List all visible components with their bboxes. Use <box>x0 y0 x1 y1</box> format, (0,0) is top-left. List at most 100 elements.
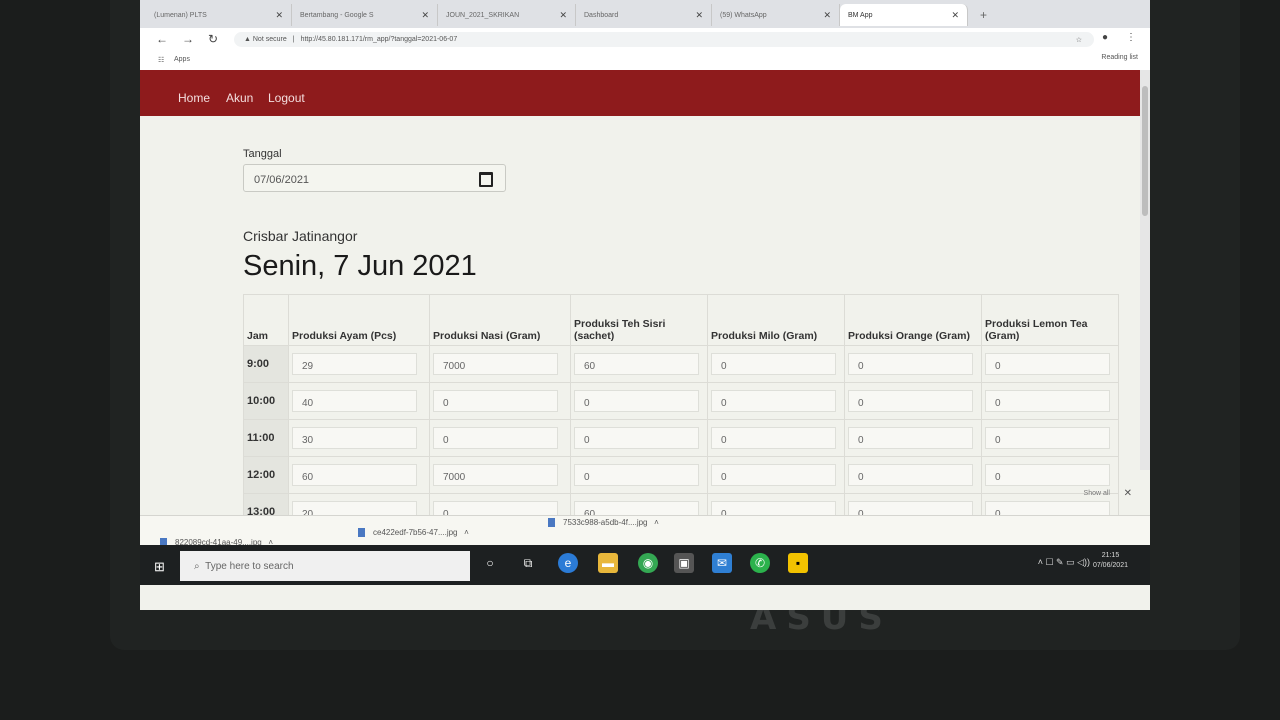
nav-akun[interactable]: Akun <box>226 91 253 105</box>
close-icon[interactable]: ✕ <box>1124 488 1132 499</box>
nav-home[interactable]: Home <box>178 91 210 105</box>
bookmark-apps[interactable]: Apps <box>174 56 190 63</box>
production-input[interactable]: 29 <box>292 353 417 375</box>
apps-icon[interactable]: ☷ <box>158 56 164 64</box>
table-cell: 60 <box>570 345 708 383</box>
forward-icon[interactable]: → <box>182 32 194 46</box>
close-icon[interactable]: ✕ <box>695 10 703 21</box>
download-item[interactable]: ce422edf-7b56-47....jpg ˄ <box>358 528 469 538</box>
screen: (Lumenan) PLTS ✕ Bertambang - Google S ✕ J… <box>140 0 1150 610</box>
star-icon[interactable]: ☆ <box>1076 36 1082 44</box>
close-icon[interactable]: ✕ <box>275 10 283 21</box>
table-cell: 0 <box>981 345 1119 383</box>
production-input[interactable]: 0 <box>433 390 558 412</box>
production-input[interactable]: 30 <box>292 427 417 449</box>
production-input[interactable]: 60 <box>574 353 699 375</box>
browser-tab[interactable]: JOUN_2021_SKRIKAN ✕ <box>438 4 576 26</box>
col-header-milo: Produksi Milo (Gram) <box>707 294 845 346</box>
profile-avatar[interactable]: ● <box>1102 32 1108 43</box>
col-header-teh: Produksi Teh Sisri (sachet) <box>570 294 708 346</box>
clock[interactable]: 21:15 07/06/2021 <box>1093 551 1128 571</box>
warning-icon: ▲ <box>244 36 253 43</box>
production-input[interactable]: 40 <box>292 390 417 412</box>
store-icon[interactable]: ▣ <box>674 553 694 573</box>
close-icon[interactable]: ✕ <box>951 10 959 21</box>
bookmarks-bar: ☷ Apps Reading list <box>140 50 1150 71</box>
production-input[interactable]: 0 <box>848 390 973 412</box>
back-icon[interactable]: ← <box>156 32 168 46</box>
production-input[interactable]: 7000 <box>433 353 558 375</box>
close-icon[interactable]: ✕ <box>421 10 429 21</box>
col-header-lemon: Produksi Lemon Tea (Gram) <box>981 294 1119 346</box>
page-scrollbar[interactable] <box>1140 70 1150 470</box>
cortana-icon[interactable]: ○ <box>480 553 500 573</box>
whatsapp-icon[interactable]: ✆ <box>750 553 770 573</box>
page-title: Senin, 7 Jun 2021 <box>243 250 477 282</box>
production-input[interactable]: 0 <box>848 353 973 375</box>
production-input[interactable]: 0 <box>711 464 836 486</box>
table-row: 12:00 60 7000 0 0 0 0 <box>243 456 1119 494</box>
production-input[interactable]: 0 <box>574 464 699 486</box>
menu-icon[interactable]: ⋮ <box>1126 32 1136 43</box>
system-tray[interactable]: ˄ ☐ ✎ ▭ ◁)) <box>1038 557 1090 568</box>
windows-taskbar: ⊞ ⌕ Type here to search ○ ⧉ e ▬ ◉ ▣ ✉ ✆ … <box>140 545 1150 585</box>
production-input[interactable]: 0 <box>985 464 1110 486</box>
windows-start-icon[interactable]: ⊞ <box>154 559 165 575</box>
file-icon <box>358 528 365 538</box>
table-cell: 40 <box>288 382 430 420</box>
new-tab-button[interactable]: + <box>972 4 996 26</box>
search-icon: ⌕ <box>194 560 206 572</box>
production-input[interactable]: 60 <box>292 464 417 486</box>
reload-icon[interactable]: ↻ <box>208 32 218 46</box>
browser-tab[interactable]: (Lumenan) PLTS ✕ <box>146 4 292 26</box>
table-cell: 0 <box>981 382 1119 420</box>
mail-icon[interactable]: ✉ <box>712 553 732 573</box>
taskbar-search[interactable]: ⌕ Type here to search <box>180 551 470 581</box>
table-cell: 29 <box>288 345 430 383</box>
production-input[interactable]: 0 <box>574 427 699 449</box>
download-item[interactable]: 7533c988-a5db-4f....jpg ˄ <box>548 518 659 528</box>
close-icon[interactable]: ✕ <box>559 10 567 21</box>
url-field[interactable]: ▲ Not secure | http://45.80.181.171/rm_a… <box>234 32 1094 47</box>
chrome-icon[interactable]: ◉ <box>638 553 658 573</box>
table-row: 9:00 29 7000 60 0 0 0 <box>243 345 1119 383</box>
production-input[interactable]: 0 <box>574 390 699 412</box>
production-input[interactable]: 7000 <box>433 464 558 486</box>
scrollbar-thumb[interactable] <box>1142 86 1148 216</box>
production-input[interactable]: 0 <box>985 353 1110 375</box>
production-input[interactable]: 0 <box>711 353 836 375</box>
table-cell: 0 <box>844 456 982 494</box>
tab-label: (Lumenan) PLTS <box>154 11 207 19</box>
download-filename: 7533c988-a5db-4f....jpg <box>563 518 648 527</box>
production-input[interactable]: 0 <box>848 464 973 486</box>
browser-tab[interactable]: Dashboard ✕ <box>576 4 712 26</box>
security-label: Not secure <box>252 36 287 43</box>
browser-tab[interactable]: (59) WhatsApp ✕ <box>712 4 840 26</box>
production-input[interactable]: 0 <box>711 390 836 412</box>
calendar-icon[interactable] <box>479 172 493 187</box>
browser-tab[interactable]: Bertambang - Google S ✕ <box>292 4 438 26</box>
app-navbar: Home Akun Logout <box>140 70 1140 116</box>
browser-tab-active[interactable]: BM App ✕ <box>840 4 968 26</box>
production-input[interactable]: 0 <box>985 390 1110 412</box>
reading-list[interactable]: Reading list <box>1101 54 1138 61</box>
production-input[interactable]: 0 <box>848 427 973 449</box>
address-bar-row: ← → ↻ ▲ Not secure | http://45.80.181.17… <box>140 28 1150 50</box>
task-view-icon[interactable]: ⧉ <box>518 553 538 573</box>
row-hour: 9:00 <box>243 345 289 383</box>
edge-icon[interactable]: e <box>558 553 578 573</box>
nav-logout[interactable]: Logout <box>268 91 305 105</box>
close-icon[interactable]: ✕ <box>823 10 831 21</box>
browser-tabbar: (Lumenan) PLTS ✕ Bertambang - Google S ✕ J… <box>140 0 1150 28</box>
table-cell: 0 <box>707 382 845 420</box>
production-input[interactable]: 0 <box>433 427 558 449</box>
show-all-button[interactable]: Show all <box>1084 490 1110 497</box>
file-explorer-icon[interactable]: ▬ <box>598 553 618 573</box>
production-input[interactable]: 0 <box>985 427 1110 449</box>
production-input[interactable]: 0 <box>711 427 836 449</box>
table-cell: 0 <box>981 456 1119 494</box>
separator: | <box>292 36 295 43</box>
date-input[interactable]: 07/06/2021 <box>243 164 506 192</box>
sticky-notes-icon[interactable]: ▪ <box>788 553 808 573</box>
row-hour: 12:00 <box>243 456 289 494</box>
